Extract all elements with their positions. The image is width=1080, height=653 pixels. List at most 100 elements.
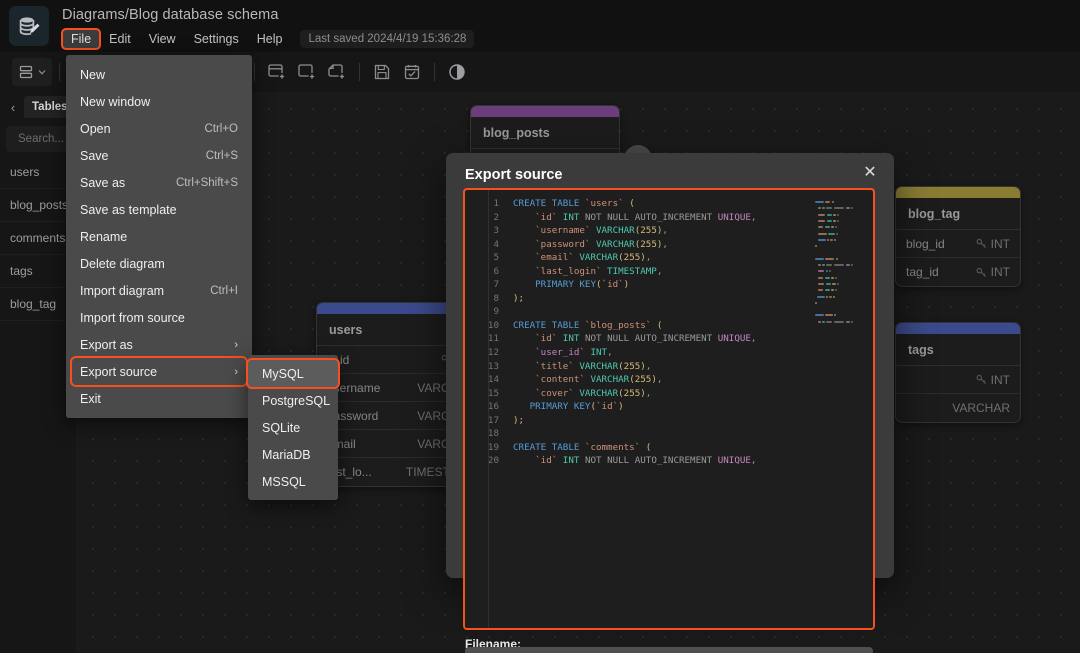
todo-button[interactable] [397,58,427,86]
table-header-bar [896,323,1020,334]
minimap-line [826,213,832,216]
file-menu-item-export-as[interactable]: Export as › [66,331,252,358]
export-source-submenu[interactable]: MySQL PostgreSQL SQLite MariaDB MSSQL [246,355,340,500]
file-menu-item-import-diagram[interactable]: Import diagram Ctrl+I [66,277,252,304]
code-token: `last_login` [513,265,602,277]
file-menu-item-new-window[interactable]: New window [66,88,252,115]
code-token: (255) [634,225,663,237]
field-type: INT [976,265,1010,279]
line-number: 12 [487,347,499,359]
sidebar-item-blog-posts[interactable]: blog_posts [0,189,76,222]
toolbar-divider-4 [434,63,435,81]
minimap-line [837,219,840,222]
code-token: `password` [513,238,591,250]
filename-input[interactable]: Untitled Diagram_2024-04-19T07:36:26.503… [465,647,873,653]
theme-toggle-button[interactable] [442,58,472,86]
code-token: (255) [618,387,646,399]
code-line: 18 [465,427,873,441]
line-number: 6 [493,265,499,277]
add-table-button[interactable] [262,58,292,86]
code-token: UNIQUE [712,455,751,467]
line-number: 13 [487,360,499,372]
canvas-table-blog-tag[interactable]: blog_tag blog_id INT tag_id INT [895,186,1021,287]
export-format-postgresql[interactable]: PostgreSQL [248,387,338,414]
code-token: `id` [596,401,619,413]
sidebar-item-blog-tag[interactable]: blog_tag [0,288,76,321]
export-format-mariadb[interactable]: MariaDB [248,441,338,468]
sidebar-item-tags[interactable]: tags [0,255,76,288]
editor-minimap[interactable] [813,199,865,329]
file-menu-item-save-as-template[interactable]: Save as template [66,196,252,223]
code-line: 7 PRIMARY KEY(`id`) [465,278,873,292]
sidebar-item-comments[interactable]: comments [0,222,76,255]
minimap-line [829,270,832,273]
file-menu-item-save-as[interactable]: Save as Ctrl+Shift+S [66,169,252,196]
table-row[interactable]: blog_id INT [896,230,1020,258]
dialog-title: Export source [465,167,563,183]
minimap-line [815,245,817,248]
code-line: 8); [465,292,873,306]
code-token: PRIMARY KEY [513,401,591,413]
menu-item-label: New window [80,94,151,109]
file-menu-item-save[interactable]: Save Ctrl+S [66,142,252,169]
code-line: 1 CREATE TABLE `users` ( [465,197,873,211]
file-menu-item-delete-diagram[interactable]: Delete diagram [66,250,252,277]
add-area-button[interactable] [292,58,322,86]
minimap-line [817,276,823,279]
file-menu-item-exit[interactable]: Exit [66,385,252,412]
file-menu-item-new[interactable]: New [66,61,252,88]
close-icon[interactable]: ✕ [861,165,879,183]
menu-help[interactable]: Help [248,29,292,49]
zoom-select[interactable] [12,58,52,86]
code-token: , [645,252,652,264]
menu-item-label: Export as [80,337,133,352]
code-token: CREATE TABLE [513,198,585,209]
file-menu-item-export-source[interactable]: Export source › [70,356,248,387]
sidebar-header: ‹ Tables [0,92,76,122]
menu-file[interactable]: File [60,28,102,50]
table-row[interactable]: INT [896,366,1020,394]
table-row[interactable]: VARCHAR [896,394,1020,422]
file-menu-dropdown[interactable]: New New window Open Ctrl+O Save Ctrl+S Save as… [66,55,252,418]
table-name: blog_posts [471,117,619,149]
code-token: , [645,360,652,372]
file-menu-item-open[interactable]: Open Ctrl+O [66,115,252,142]
table-name: blog_tag [896,198,1020,230]
app-logo[interactable] [9,6,49,46]
table-row[interactable]: tag_id INT [896,258,1020,286]
sidebar-item-users[interactable]: users [0,156,76,189]
line-number: 2 [493,211,499,223]
file-menu-item-import-from-source[interactable]: Import from source [66,304,252,331]
save-button[interactable] [367,58,397,86]
table-header-bar [896,187,1020,198]
menu-view[interactable]: View [140,29,185,49]
file-menu-item-rename[interactable]: Rename [66,223,252,250]
canvas-table-tags[interactable]: tags INT VARCHAR [895,322,1021,423]
add-note-button[interactable] [322,58,352,86]
minimap-line [832,295,835,298]
sql-code-editor[interactable]: 1 CREATE TABLE `users` (2 `id` INT NOT NU… [465,190,873,628]
line-number: 3 [493,225,499,237]
menu-settings[interactable]: Settings [185,29,248,49]
menu-edit[interactable]: Edit [100,29,140,49]
minimap-line [822,320,825,323]
code-token: ); [513,292,525,304]
minimap-line [833,320,844,323]
minimap-line [815,314,825,317]
field-name: blog_id [906,236,945,251]
export-format-mssql[interactable]: MSSQL [248,468,338,495]
code-token: INT [584,347,608,359]
menu-item-shortcut: Ctrl+I [210,284,238,297]
minimap-line [815,257,825,260]
menu-item-label: Save as [80,175,126,190]
export-format-sqlite[interactable]: SQLite [248,414,338,441]
line-number: 4 [493,238,499,250]
minimap-line [815,201,825,203]
search-placeholder: Search... [18,133,65,145]
search-input[interactable]: Search... [6,126,70,152]
code-token: , [607,347,613,359]
chevron-left-icon[interactable]: ‹ [6,100,20,115]
export-format-mysql[interactable]: MySQL [246,358,340,389]
minimap-line [824,226,830,229]
menu-bar: File Edit View Settings Help Last saved … [60,28,475,50]
